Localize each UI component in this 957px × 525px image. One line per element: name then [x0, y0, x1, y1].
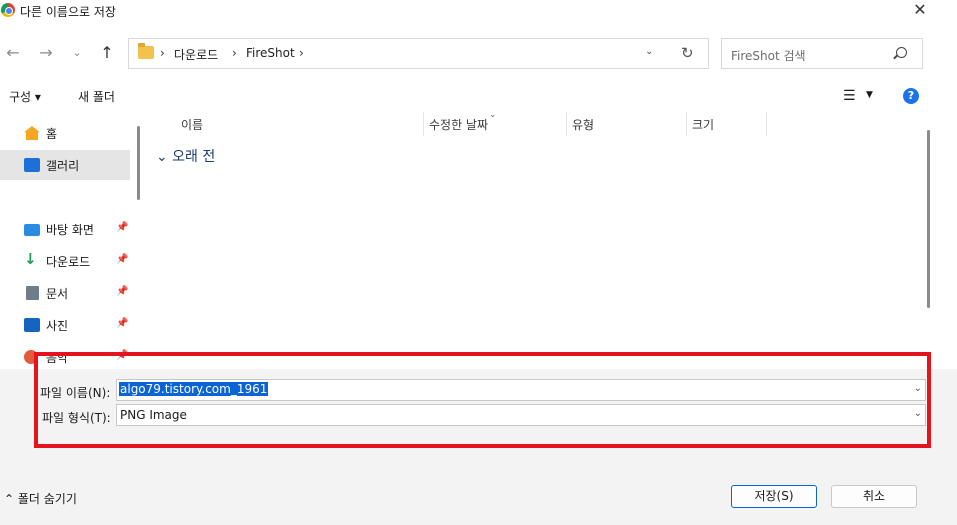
gallery-icon [24, 158, 40, 172]
pin-icon[interactable]: 📌 [116, 318, 128, 329]
documents-icon [26, 286, 39, 300]
sidebar-item-desktop[interactable]: 바탕 화면 📌 [0, 214, 130, 244]
search-input[interactable]: FireShot 검색 [721, 38, 923, 69]
column-divider[interactable] [766, 112, 767, 136]
new-folder-button[interactable]: 새 폴더 [78, 88, 115, 105]
sort-chevron-icon: ⌄ [489, 110, 497, 120]
column-header-type[interactable]: 유형 [572, 116, 594, 133]
help-icon[interactable]: ? [903, 88, 919, 104]
chrome-icon [1, 3, 15, 17]
back-button[interactable]: ← [2, 42, 24, 64]
chevron-down-icon[interactable]: ▼ [866, 90, 873, 100]
annotation-highlight-box [34, 352, 931, 448]
sidebar-item-gallery[interactable]: 갤러리 [0, 150, 130, 180]
organize-button[interactable]: 구성 ▾ [9, 88, 41, 105]
sidebar-item-label: 문서 [46, 287, 69, 301]
pin-icon[interactable]: 📌 [116, 222, 128, 233]
search-icon[interactable] [896, 47, 907, 58]
folder-icon [138, 43, 154, 59]
sidebar-item-label: 갤러리 [46, 159, 80, 173]
pin-icon[interactable]: 📌 [116, 254, 128, 265]
sidebar-item-home[interactable]: 홈 [0, 118, 130, 148]
sidebar-item-documents[interactable]: 문서 📌 [0, 278, 130, 308]
column-divider[interactable] [686, 112, 687, 136]
navigation-bar: ← → ⌄ ↑ › 다운로드 › FireShot › ⌄ ↻ FireShot… [0, 30, 957, 76]
address-bar[interactable]: › 다운로드 › FireShot › ⌄ ↻ [128, 38, 709, 69]
recent-locations-button[interactable]: ⌄ [66, 42, 88, 64]
breadcrumb-downloads[interactable]: 다운로드 [174, 46, 218, 63]
cancel-button[interactable]: 취소 [831, 485, 917, 508]
sidebar-item-label: 사진 [46, 319, 69, 333]
sidebar-item-downloads[interactable]: ↓ 다운로드 📌 [0, 246, 130, 276]
column-divider[interactable] [566, 112, 567, 136]
forward-button[interactable]: → [35, 42, 57, 64]
sidebar-item-label: 다운로드 [46, 255, 91, 269]
home-icon [24, 126, 40, 140]
close-button[interactable]: ✕ [905, 0, 935, 22]
column-divider[interactable] [423, 112, 424, 136]
command-toolbar: 구성 ▾ 새 폴더 ☰ ▼ ? [0, 80, 957, 112]
sidebar-item-pictures[interactable]: 사진 📌 [0, 310, 130, 340]
view-options-icon[interactable]: ☰ [843, 88, 856, 104]
column-header-date[interactable]: 수정한 날짜 [429, 116, 488, 133]
download-icon: ↓ [24, 250, 37, 268]
breadcrumb-separator[interactable]: › [232, 46, 237, 60]
refresh-icon[interactable]: ↻ [681, 44, 694, 62]
up-button[interactable]: ↑ [96, 42, 118, 64]
title-bar: 다른 이름으로 저장 ✕ [0, 0, 957, 22]
file-list-scrollbar[interactable] [927, 130, 930, 308]
sidebar-scrollbar[interactable] [137, 126, 140, 200]
hide-folders-button[interactable]: ⌃ 폴더 숨기기 [4, 490, 77, 507]
save-button[interactable]: 저장(S) [731, 485, 817, 508]
save-form: 파일 이름(N): algo79.tistory.com_1961 ⌄ 파일 형… [0, 352, 957, 525]
pictures-icon [24, 318, 40, 332]
navigation-pane: 홈 갤러리 바탕 화면 📌 ↓ 다운로드 📌 문서 📌 사진 📌 음악 📌 [0, 112, 140, 369]
search-placeholder: FireShot 검색 [731, 49, 806, 63]
sidebar-item-label: 바탕 화면 [46, 223, 94, 237]
breadcrumb-separator[interactable]: › [299, 46, 304, 60]
pin-icon[interactable]: 📌 [116, 286, 128, 297]
chevron-down-icon[interactable]: ⌄ [645, 46, 653, 57]
column-header-name[interactable]: 이름 [181, 116, 203, 133]
column-header-size[interactable]: 크기 [692, 116, 714, 133]
window-title: 다른 이름으로 저장 [20, 5, 116, 19]
desktop-icon [24, 224, 40, 236]
group-header-older[interactable]: ⌄ 오래 전 [156, 146, 215, 166]
breadcrumb-fireshot[interactable]: FireShot [246, 46, 295, 60]
sidebar-item-label: 홈 [46, 127, 58, 141]
file-list: 이름 수정한 날짜 ⌄ 유형 크기 ⌄ 오래 전 [148, 110, 928, 369]
breadcrumb-separator[interactable]: › [160, 46, 165, 60]
